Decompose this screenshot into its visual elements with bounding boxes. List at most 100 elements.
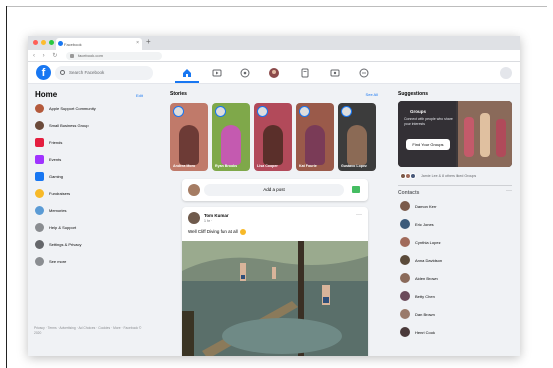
- contact-item[interactable]: Aiden Brown: [400, 272, 438, 284]
- sidebar-item-fundraisers[interactable]: Fundraisers: [35, 187, 147, 199]
- story-photo: [305, 125, 325, 165]
- contact-item[interactable]: Dan Brown: [400, 308, 435, 320]
- contacts-options-icon[interactable]: ···: [506, 188, 512, 194]
- search-input[interactable]: Search Facebook: [55, 66, 153, 80]
- post-timestamp: 1 hr ·: [204, 219, 213, 223]
- emoji-icon: [239, 229, 246, 235]
- window-controls: [33, 40, 54, 45]
- stories-title: Stories: [170, 91, 187, 97]
- find-groups-button[interactable]: Find Your Groups: [406, 139, 450, 150]
- frame-top-border: [6, 6, 547, 7]
- story-avatar: [173, 106, 184, 117]
- story-name: Ryan Brooks: [215, 164, 238, 168]
- sidebar-item-see-more[interactable]: See more: [35, 255, 147, 267]
- post-author[interactable]: Tom Kumar: [204, 213, 229, 218]
- lock-icon: [70, 54, 74, 58]
- post-composer: Add a post: [182, 179, 368, 201]
- facebook-favicon-icon: [58, 41, 63, 46]
- story-photo: [263, 125, 283, 165]
- avatar: [400, 309, 410, 319]
- post-photo[interactable]: [182, 241, 368, 356]
- maximize-window-icon[interactable]: [49, 40, 54, 45]
- contact-item[interactable]: Anna Davidson: [400, 254, 442, 266]
- mutual-text: Jamie Lee & 8 others liked Groups: [421, 174, 477, 178]
- tab-title: Facebook: [64, 41, 82, 47]
- memories-icon: [35, 205, 44, 215]
- stories-see-all-link[interactable]: See All: [366, 92, 378, 97]
- story-card[interactable]: Ryan Brooks: [212, 103, 250, 171]
- address-bar[interactable]: facebook.com: [66, 52, 162, 60]
- story-card[interactable]: Kat Fourie: [296, 103, 334, 171]
- community-icon: [35, 103, 44, 113]
- notifications-icon[interactable]: [358, 67, 370, 79]
- story-card[interactable]: Gustavo Lopez: [338, 103, 376, 171]
- divider: [398, 185, 512, 186]
- contact-item[interactable]: Damon Kerr: [400, 200, 437, 212]
- contact-item[interactable]: Cynthia Lopez: [400, 236, 441, 248]
- sidebar-item-friends[interactable]: Friends: [35, 136, 147, 148]
- contact-name: Henri Cook: [415, 329, 436, 335]
- post-options-icon[interactable]: ···: [356, 212, 362, 218]
- watch-icon[interactable]: [211, 67, 223, 79]
- story-avatar: [257, 106, 268, 117]
- story-name: Lisa Cooper: [257, 164, 278, 168]
- new-tab-button[interactable]: +: [146, 37, 151, 46]
- avatar: [400, 327, 410, 337]
- sidebar-title: Home: [35, 90, 58, 99]
- sidebar-item-label: Gaming: [49, 173, 64, 179]
- browser-window: Facebook × + ‹ › ↻ facebook.com f Search…: [28, 36, 520, 356]
- browser-toolbar: ‹ › ↻ facebook.com: [28, 50, 520, 62]
- sidebar-item-events[interactable]: Events: [35, 153, 147, 165]
- group-icon: [35, 120, 44, 130]
- contact-item[interactable]: Henri Cook: [400, 326, 435, 338]
- marketplace-icon[interactable]: [239, 67, 251, 79]
- fundraiser-icon: [35, 188, 44, 198]
- avatar: [188, 184, 200, 196]
- help-icon: [35, 222, 44, 232]
- close-window-icon[interactable]: [33, 40, 38, 45]
- account-menu-icon[interactable]: [500, 67, 512, 79]
- sidebar-item-help[interactable]: Help & Support: [35, 221, 147, 233]
- sidebar-edit-link[interactable]: Edit: [136, 93, 143, 98]
- story-card[interactable]: Andrea Moro: [170, 103, 208, 171]
- composer-input[interactable]: Add a post: [204, 184, 344, 196]
- mutual-likes: Jamie Lee & 8 others liked Groups: [400, 173, 476, 179]
- mutual-avatars: [400, 173, 418, 179]
- profile-avatar[interactable]: [268, 67, 280, 79]
- sidebar-item-gaming[interactable]: Gaming: [35, 170, 147, 182]
- browser-tab[interactable]: Facebook ×: [56, 38, 142, 50]
- sidebar-item-community[interactable]: Apple Support Community: [35, 102, 147, 114]
- gaming-icon[interactable]: [329, 67, 341, 79]
- story-card[interactable]: Lisa Cooper: [254, 103, 292, 171]
- close-tab-icon[interactable]: ×: [136, 40, 139, 46]
- post-author-avatar[interactable]: [188, 212, 200, 224]
- contact-item[interactable]: Eric Jones: [400, 218, 434, 230]
- facebook-logo[interactable]: f: [36, 65, 51, 80]
- avatar: [400, 201, 410, 211]
- groups-icon[interactable]: [299, 67, 311, 79]
- contact-item[interactable]: Betty Chen: [400, 290, 435, 302]
- story-avatar: [215, 106, 226, 117]
- sidebar-item-label: Small Business Group: [49, 122, 89, 128]
- sidebar-footer-links[interactable]: Privacy · Terms · Advertising · Ad Choic…: [34, 326, 146, 336]
- browser-nav-buttons[interactable]: ‹ › ↻: [33, 52, 60, 59]
- photo-icon[interactable]: [352, 186, 360, 193]
- story-name: Kat Fourie: [299, 164, 317, 168]
- browser-tab-strip: Facebook × +: [28, 36, 520, 50]
- home-icon[interactable]: [181, 67, 193, 79]
- sidebar-item-label: Apple Support Community: [49, 105, 96, 111]
- story-name: Andrea Moro: [173, 164, 196, 168]
- feed-post: Tom Kumar 1 hr · ··· Well Cliff Diving f…: [182, 207, 368, 356]
- facebook-header: f Search Facebook: [28, 62, 520, 84]
- home-tab-active-indicator: [175, 81, 199, 83]
- avatar: [400, 291, 410, 301]
- minimize-window-icon[interactable]: [41, 40, 46, 45]
- sidebar-item-settings[interactable]: Settings & Privacy: [35, 238, 147, 250]
- sidebar-item-group[interactable]: Small Business Group: [35, 119, 147, 131]
- contact-name: Aiden Brown: [415, 275, 438, 281]
- groups-suggestion-card[interactable]: Groups Connect with people who share you…: [398, 101, 512, 167]
- sidebar-item-memories[interactable]: Memories: [35, 204, 147, 216]
- left-sidebar: Home Edit Apple Support Community Small …: [28, 85, 150, 356]
- news-feed: Stories See All Andrea Moro Ryan Brooks …: [166, 85, 382, 356]
- story-photo: [221, 125, 241, 165]
